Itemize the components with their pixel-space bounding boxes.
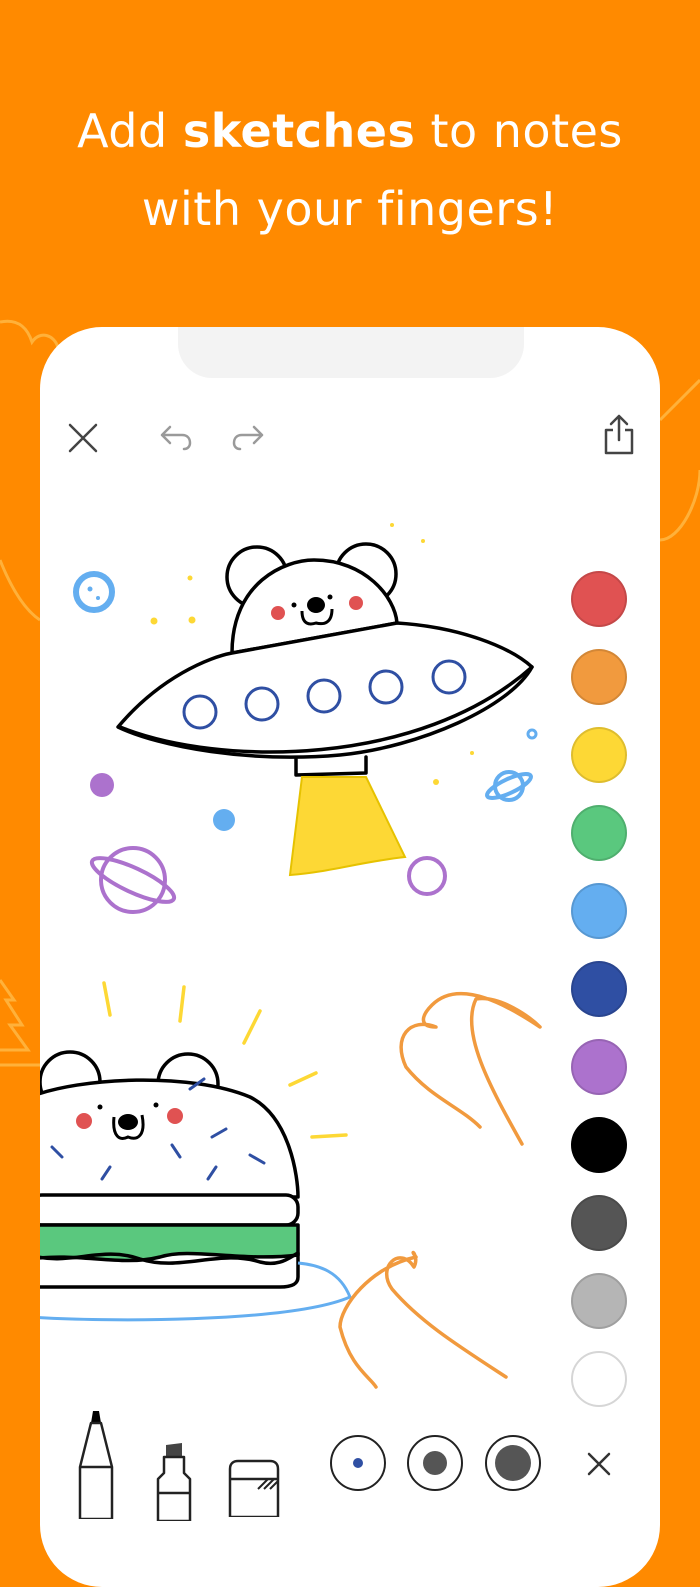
eraser-icon[interactable] (226, 1457, 282, 1517)
ufo-bear-sketch (116, 542, 534, 777)
share-icon[interactable] (602, 413, 636, 457)
color-swatch-dark-gray[interactable] (571, 1195, 627, 1251)
brush-size-medium-dot (422, 1450, 447, 1475)
color-swatch-white[interactable] (571, 1351, 627, 1407)
color-swatch-purple[interactable] (571, 1039, 627, 1095)
burger-bear-sketch (40, 1050, 300, 1289)
color-swatch-black[interactable] (571, 1117, 627, 1173)
color-swatch-dark-blue[interactable] (571, 961, 627, 1017)
redo-icon[interactable] (230, 421, 266, 451)
hand-sketches (338, 992, 542, 1389)
color-swatch-green[interactable] (571, 805, 627, 861)
marker-icon[interactable] (154, 1441, 194, 1521)
drawing-canvas[interactable] (40, 327, 660, 1587)
color-swatch-light-gray[interactable] (571, 1273, 627, 1329)
headline-bold-word: sketches (182, 104, 416, 158)
headline-text-1b: to notes (415, 104, 623, 158)
color-swatch-red[interactable] (571, 571, 627, 627)
headline: Add sketches to notes with your fingers! (0, 92, 700, 248)
close-tools-icon[interactable] (586, 1451, 612, 1477)
brush-size-small[interactable] (330, 1435, 386, 1491)
brush-size-small-dot (352, 1457, 363, 1468)
ufo-beam (288, 776, 407, 877)
phone-screen (40, 327, 660, 1587)
headline-line-1: Add sketches to notes (0, 92, 700, 170)
color-swatch-light-blue[interactable] (571, 883, 627, 939)
color-swatch-yellow[interactable] (571, 727, 627, 783)
undo-icon[interactable] (158, 421, 194, 451)
headline-line-2: with your fingers! (141, 182, 559, 236)
close-icon[interactable] (66, 421, 100, 455)
burger-plate (40, 1261, 352, 1322)
brush-size-large-dot (494, 1444, 531, 1481)
headline-text-1a: Add (77, 104, 183, 158)
pen-icon[interactable] (76, 1409, 116, 1519)
brush-size-medium[interactable] (407, 1435, 463, 1491)
brush-size-large[interactable] (485, 1435, 541, 1491)
color-swatch-orange[interactable] (571, 649, 627, 705)
